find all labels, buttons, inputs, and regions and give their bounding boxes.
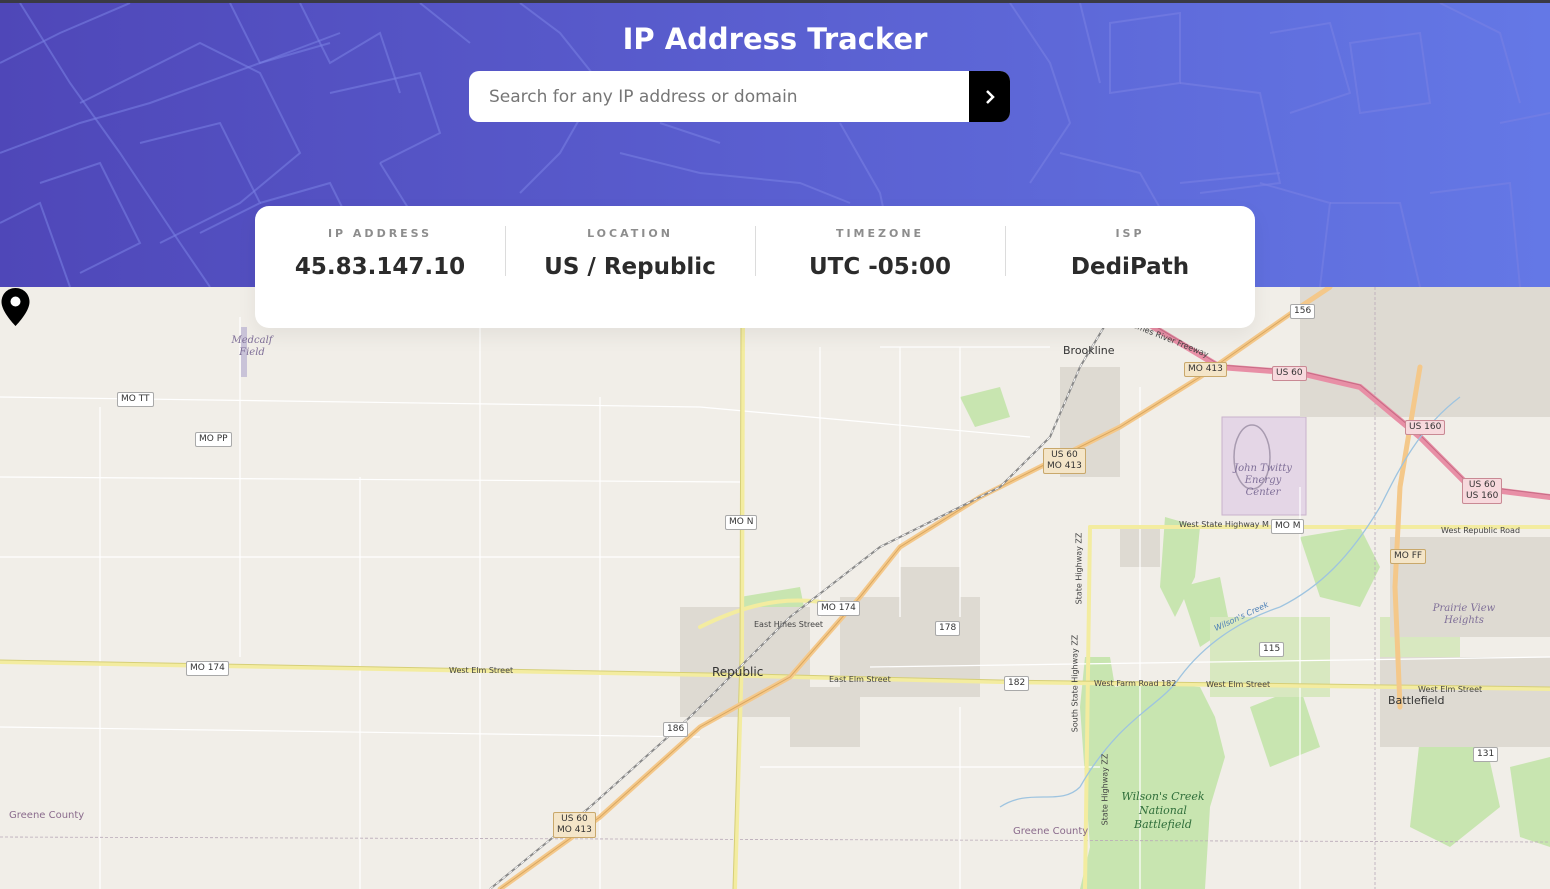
- route-shield: MO FF: [1390, 549, 1427, 564]
- street-label: East Hines Street: [754, 620, 824, 629]
- route-shield: MO 174: [817, 601, 860, 616]
- top-strip: [0, 0, 1550, 3]
- info-value: US / Republic: [544, 254, 716, 280]
- street-label: West State Highway M: [1179, 520, 1269, 529]
- info-label: ISP: [1115, 227, 1145, 240]
- street-label: West Elm Street: [1418, 685, 1483, 694]
- shield-line: US 60: [561, 814, 588, 824]
- route-shield: 115: [1259, 642, 1285, 657]
- street-label: East Elm Street: [829, 675, 891, 684]
- place-label-republic: Republic: [712, 665, 764, 679]
- shield-line: US 60: [1051, 450, 1078, 460]
- street-label: State Highway ZZ: [1074, 532, 1084, 605]
- route-shield: MO N: [725, 515, 758, 530]
- search-form: [469, 71, 1010, 122]
- search-input[interactable]: [469, 71, 969, 122]
- route-shield: MO M: [1271, 519, 1305, 534]
- shield-line: US 160: [1466, 491, 1499, 501]
- page-title: IP Address Tracker: [622, 22, 928, 56]
- route-shield: MO 413: [1184, 362, 1227, 377]
- route-shield: 156: [1290, 304, 1316, 319]
- place-label-medcalf-field: Medcalf Field: [231, 335, 273, 358]
- place-label-brookline: Brookline: [1063, 344, 1115, 357]
- info-value: UTC -05:00: [808, 254, 951, 280]
- ip-info-card: IP Address 45.83.147.10 Location US / Re…: [255, 206, 1255, 328]
- map-tiles: [0, 287, 1550, 889]
- info-label: IP Address: [327, 227, 433, 240]
- place-label-prairie-view: Prairie View Heights: [1432, 603, 1496, 626]
- info-timezone: Timezone UTC -05:00: [755, 206, 1005, 328]
- place-label-energy-center: John Twitty Energy Center: [1234, 463, 1292, 498]
- map-view[interactable]: Brookline Battlefield Republic Prairie V…: [0, 287, 1550, 889]
- route-shield: US 60 MO 413: [553, 812, 596, 838]
- shield-line: MO 413: [1047, 461, 1082, 471]
- route-shield: 186: [663, 722, 689, 737]
- shield-line: US 60: [1468, 480, 1496, 490]
- shield-line: MO 413: [557, 825, 592, 835]
- chevron-right-icon: [986, 89, 995, 104]
- route-shield: MO 174: [186, 661, 229, 676]
- place-label-wilsons-creek-battlefield: Wilson's Creek National Battlefield: [1121, 790, 1205, 831]
- place-label-battlefield: Battlefield: [1388, 694, 1445, 707]
- street-label: South State Highway ZZ: [1070, 634, 1080, 733]
- info-value: DediPath: [1070, 254, 1190, 280]
- route-shield: 131: [1473, 747, 1499, 762]
- info-label: Timezone: [835, 227, 925, 240]
- route-shield: 178: [935, 621, 961, 636]
- county-label: Greene County: [9, 810, 85, 821]
- search-submit-button[interactable]: [969, 71, 1010, 122]
- route-shield: MO PP: [195, 432, 232, 447]
- county-label: Greene County: [1013, 826, 1089, 837]
- location-pin-icon[interactable]: [0, 287, 31, 327]
- info-location: Location US / Republic: [505, 206, 755, 328]
- street-label: State Highway ZZ: [1100, 753, 1110, 826]
- route-shield: US 60 MO 413: [1043, 448, 1086, 474]
- street-label: West Farm Road 182: [1094, 679, 1177, 688]
- route-shield: US 60 US 160: [1462, 478, 1503, 504]
- street-label: West Elm Street: [1206, 680, 1271, 689]
- street-label: West Elm Street: [449, 666, 514, 675]
- route-shield: US 60: [1272, 366, 1307, 381]
- info-label: Location: [587, 227, 673, 240]
- route-shield: MO TT: [117, 392, 154, 407]
- street-label: West Republic Road: [1441, 526, 1521, 535]
- info-isp: ISP DediPath: [1005, 206, 1255, 328]
- info-value: 45.83.147.10: [294, 254, 466, 280]
- route-shield: US 160: [1405, 420, 1446, 435]
- info-ip-address: IP Address 45.83.147.10: [255, 206, 505, 328]
- route-shield: 182: [1004, 676, 1030, 691]
